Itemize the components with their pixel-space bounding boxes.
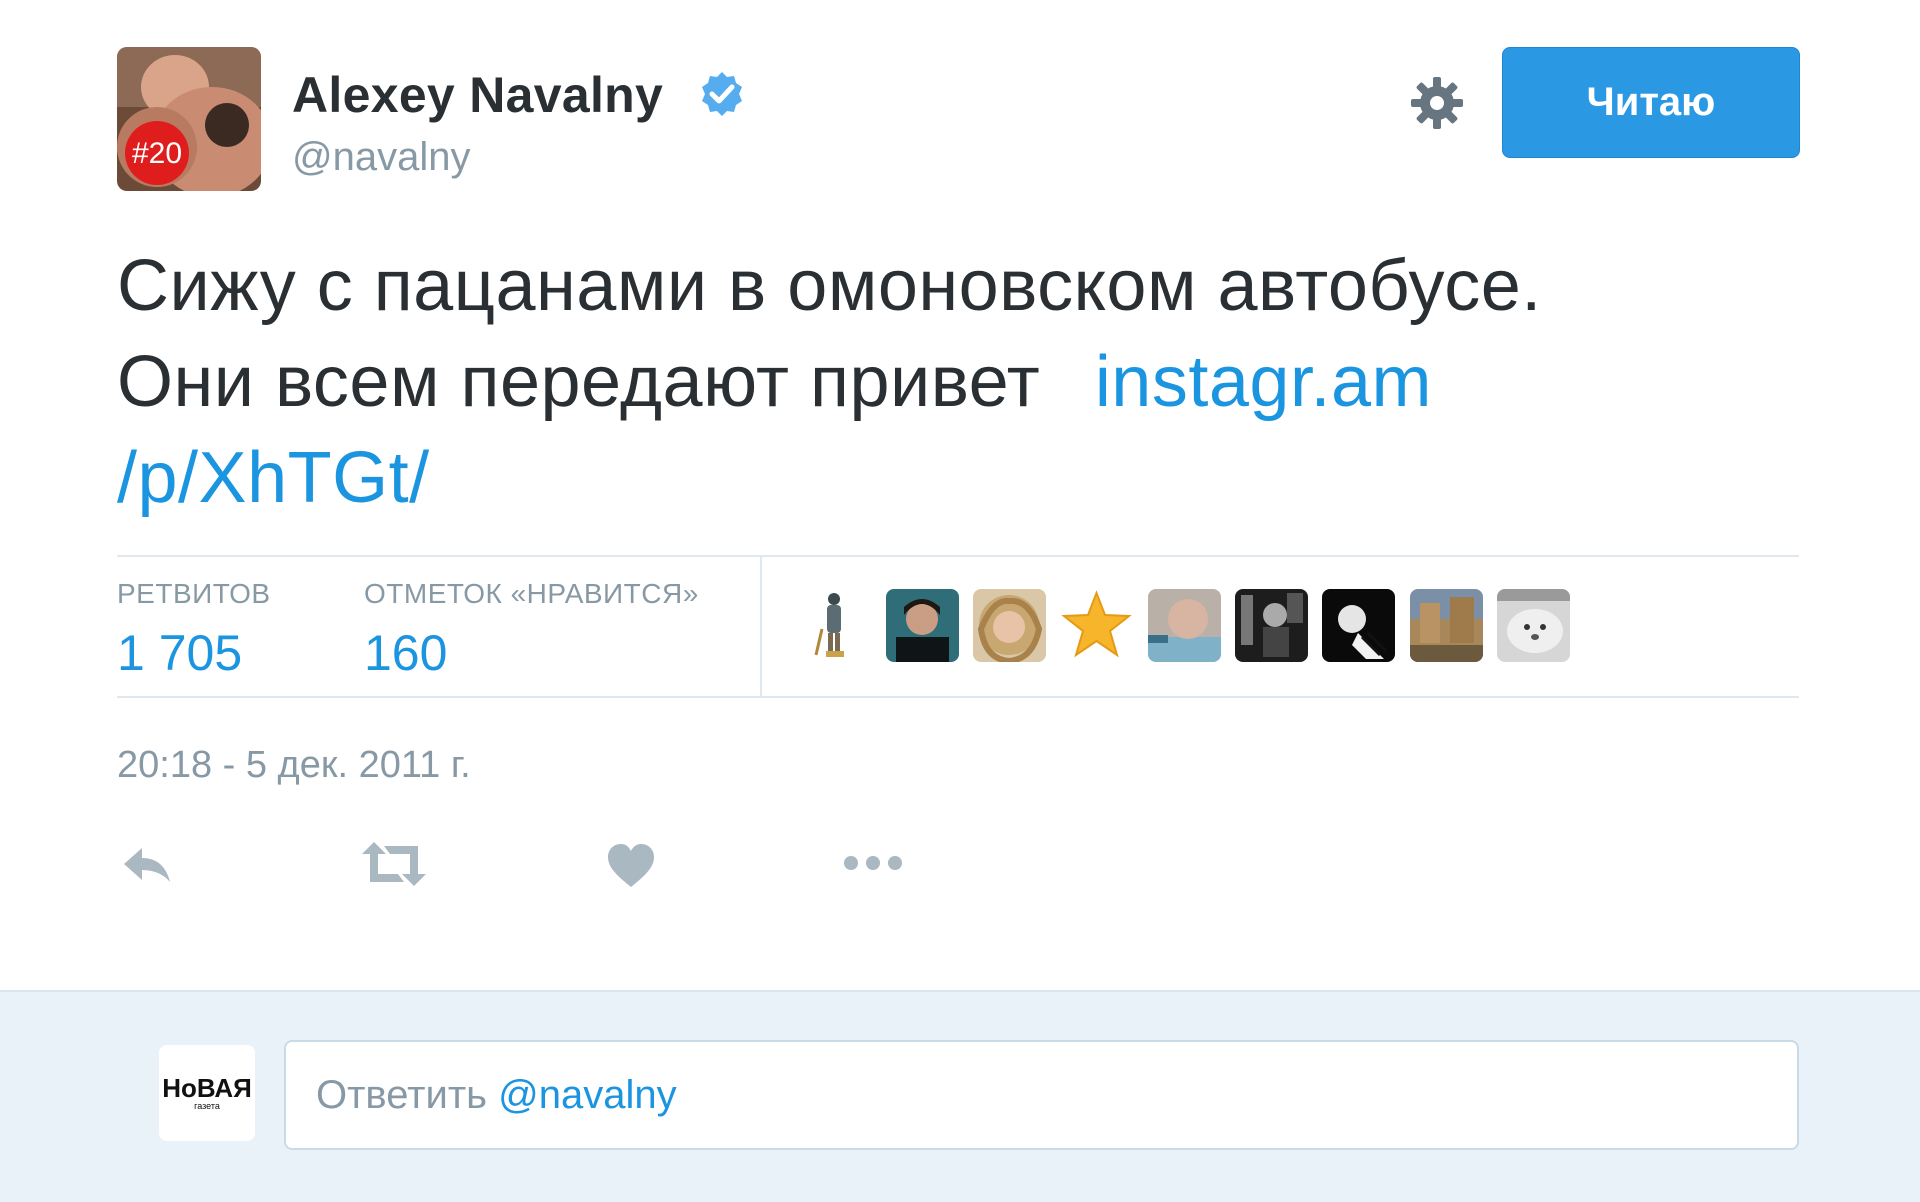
stats-divider-top	[117, 555, 1799, 557]
reply-avatar-logo: НоВАЯ	[162, 1073, 252, 1103]
liker-avatar[interactable]	[886, 589, 959, 662]
reply-placeholder: Ответить	[316, 1072, 487, 1117]
reply-user-avatar[interactable]: НоВАЯ газета	[159, 1045, 255, 1141]
avatar-badge: #20	[132, 137, 182, 170]
stats-divider-bottom	[117, 696, 1799, 698]
verified-badge-icon	[702, 72, 742, 116]
reply-input[interactable]: Ответить @navalny	[284, 1040, 1799, 1150]
follow-button[interactable]: Читаю	[1502, 47, 1800, 158]
heart-icon[interactable]	[606, 843, 656, 889]
liker-avatar[interactable]	[1235, 589, 1308, 662]
tweet-link-part2: /p/XhTGt/	[117, 438, 430, 518]
tweet-link-part1: instagr.am	[1094, 342, 1432, 422]
author-handle[interactable]: @navalny	[292, 135, 470, 180]
stats-divider-vertical	[760, 557, 762, 696]
liker-avatar[interactable]	[973, 589, 1046, 662]
liker-avatar[interactable]	[1148, 589, 1221, 662]
liker-avatar[interactable]	[1322, 589, 1395, 662]
retweets-label: РЕТВИТОВ	[117, 578, 271, 609]
retweets-stat[interactable]: РЕТВИТОВ 1 705	[117, 578, 271, 682]
more-dots-icon[interactable]	[842, 852, 904, 874]
tweet-text: Сижу с пацанами в омоновском автобусе. Он…	[117, 238, 1807, 526]
likes-stat[interactable]: ОТМЕТОК «НРАВИТСЯ» 160	[364, 578, 699, 682]
author-avatar[interactable]: #20	[117, 47, 261, 191]
tweet-timestamp[interactable]: 20:18 - 5 дек. 2011 г.	[117, 744, 471, 787]
reply-icon[interactable]	[120, 842, 176, 890]
liker-avatar[interactable]	[1060, 589, 1133, 662]
retweets-count: 1 705	[117, 625, 243, 681]
likes-count: 160	[364, 625, 448, 681]
liker-avatar[interactable]	[1410, 589, 1483, 662]
retweet-icon[interactable]	[362, 840, 426, 888]
reply-mention: @navalny	[498, 1072, 677, 1117]
liker-avatar[interactable]	[798, 589, 871, 662]
tweet-text-line2: Они всем передают привет	[117, 342, 1041, 422]
gear-icon[interactable]	[1409, 75, 1465, 131]
reply-avatar-logo-sub: газета	[194, 1101, 220, 1111]
liker-avatar[interactable]	[1497, 589, 1570, 662]
likes-label: ОТМЕТОК «НРАВИТСЯ»	[364, 578, 699, 609]
tweet-text-line1: Сижу с пацанами в омоновском автобусе.	[117, 246, 1542, 326]
tweet-card: #20 Alexey Navalny @navalny Читаю Сижу с…	[0, 0, 1920, 990]
author-name[interactable]: Alexey Navalny	[292, 66, 663, 124]
